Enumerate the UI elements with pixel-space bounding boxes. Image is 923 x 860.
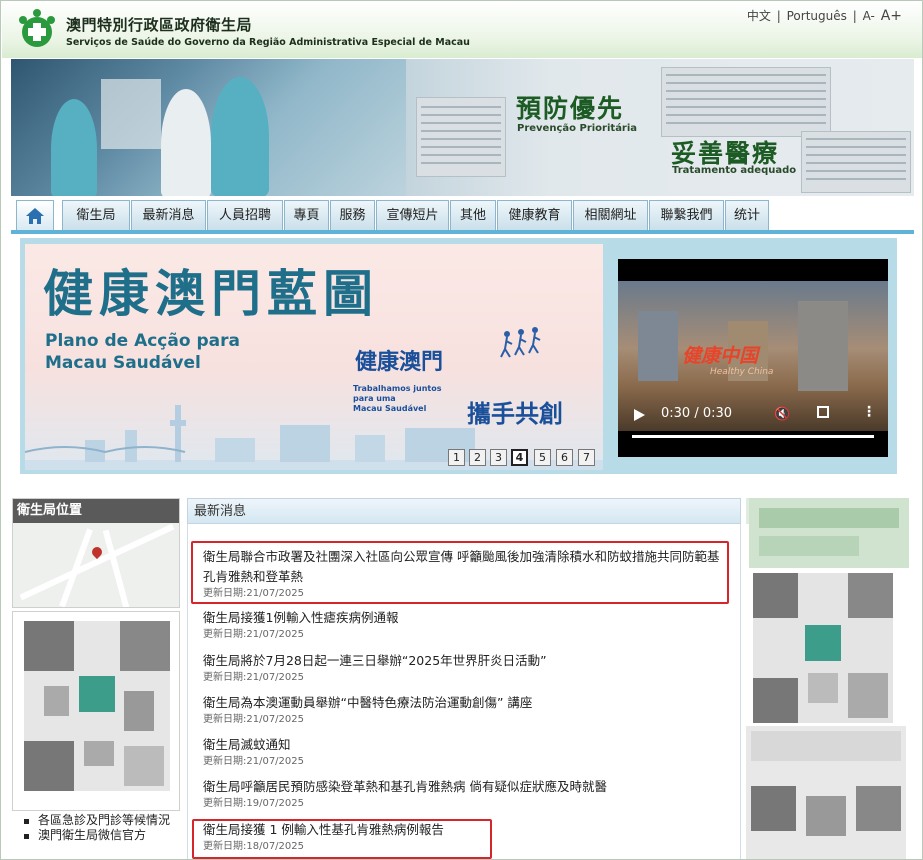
lang-portuguese-link[interactable]: Português [787,9,847,23]
tab-health-bureau[interactable]: 衛生局 [62,200,130,231]
home-icon [26,208,44,224]
news-item-title[interactable]: 衛生局聯合市政署及社團深入社區向公眾宣傳 呼籲颱風後加強清除積水和防蚊措施共同防… [203,547,728,587]
map-title: 衛生局位置 [13,499,179,523]
tab-recruitment[interactable]: 人員招聘 [207,200,283,231]
slide-subtitle-line: Macau Saudável [45,353,201,373]
mute-icon[interactable]: 🔇 [774,407,790,422]
more-vert-icon[interactable]: ⋮ [862,404,876,420]
video-overlay-subtext: Healthy China [710,367,774,377]
tab-statistics[interactable]: 统计 [725,200,769,231]
video-controls: 0:30 / 0:30 🔇 ⋮ [618,399,888,457]
video-player[interactable]: 健康中国 Healthy China 0:30 / 0:30 🔇 ⋮ [618,259,888,457]
font-decrease-button[interactable]: A- [863,9,875,23]
video-building [798,301,848,391]
slide-tag-small-line: Trabalhamos juntos [353,384,442,393]
news-item-date: 更新日期:19/07/2025 [203,798,305,809]
surgeon-figure [161,89,211,196]
map-road [19,523,175,601]
runners-icon [500,327,541,358]
quick-link-waiting-times[interactable]: 各區急診及門診等候情況 [12,813,180,828]
slideshow-banner[interactable]: 健康澳門藍圖 Plano de Acção para Macau Saudáve… [25,244,603,470]
video-time: 0:30 / 0:30 [661,406,733,421]
pager-button-3[interactable]: 3 [490,449,507,466]
site-title-pt: Serviços de Saúde do Governo da Região A… [66,37,470,48]
tab-latest-news[interactable]: 最新消息 [131,200,206,231]
slide-subtitle: Plano de Acção para Macau Saudável [45,330,240,374]
fullscreen-icon[interactable] [817,406,829,418]
right-qr-code-image[interactable] [753,573,893,723]
news-item-date: 更新日期:21/07/2025 [203,588,305,599]
lang-separator: | [776,9,781,23]
pager-button-5[interactable]: 5 [534,449,551,466]
tab-services[interactable]: 服務 [330,200,375,231]
tab-special-pages[interactable]: 專頁 [284,200,329,231]
video-overlay-logo: 健康中国 [682,345,759,367]
news-item-date: 更新日期:21/07/2025 [203,672,305,683]
video-building [638,311,678,381]
lang-chinese-link[interactable]: 中文 [747,9,771,23]
news-item[interactable]: 衛生局將於7月28日起一連三日舉辦“2025年世界肝炎日活動” 更新日期:21/… [203,651,728,684]
news-item[interactable]: 衛生局為本澳運動員舉辦“中醫特色療法防治運動創傷” 講座 更新日期:21/07/… [203,693,728,726]
news-item[interactable]: 衛生局聯合市政署及社團深入社區向公眾宣傳 呼籲颱風後加強清除積水和防蚊措施共同防… [203,547,728,600]
tab-others[interactable]: 其他 [450,200,496,231]
news-item-date: 更新日期:21/07/2025 [203,629,305,640]
nav-underline [11,230,914,234]
play-icon[interactable] [634,409,645,421]
tab-contact-us[interactable]: 聯繫我們 [649,200,724,231]
monitor-equipment [101,79,161,149]
tab-home[interactable] [16,200,54,231]
map-road [102,529,130,607]
banner-slogan-treatment-pt: Tratamento adequado [672,165,797,176]
news-item-date: 更新日期:21/07/2025 [203,756,305,767]
qr-code-image[interactable] [24,621,170,791]
font-increase-button[interactable]: A+ [881,8,902,24]
pager-button-2[interactable]: 2 [469,449,486,466]
slide-subtitle-line: Plano de Acção para [45,331,240,351]
tab-health-education[interactable]: 健康教育 [497,200,572,231]
news-item-title[interactable]: 衛生局滅蚊通知 [203,735,728,755]
surgeon-figure [51,99,97,196]
pager-button-1[interactable]: 1 [448,449,465,466]
banner-slogan-prevention: 預防優先 [516,94,625,123]
lang-separator: | [852,9,857,23]
news-item[interactable]: 衛生局接獲 1 例輸入性基孔肯雅熱病例報告 更新日期:18/07/2025 [203,820,728,853]
quick-links-list: 各區急診及門診等候情況 澳門衛生局微信官方 [12,813,180,843]
surgeon-figure [211,77,269,196]
pager-button-6[interactable]: 6 [556,449,573,466]
news-item[interactable]: 衛生局滅蚊通知 更新日期:21/07/2025 [203,735,728,768]
news-item[interactable]: 衛生局呼籲居民預防感染登革熱和基孔肯雅熱病 倘有疑似症狀應及時就醫 更新日期:1… [203,777,728,810]
site-header: 澳門特別行政區政府衛生局 Serviços de Saúde do Govern… [2,2,922,58]
page: 澳門特別行政區政府衛生局 Serviços de Saúde do Govern… [0,0,923,860]
banner-slogan-prevention-pt: Prevenção Prioritária [517,123,638,134]
tab-related-links[interactable]: 相關網址 [573,200,648,231]
building-graphic [801,131,911,193]
news-item-title[interactable]: 衛生局接獲 1 例輸入性基孔肯雅熱病例報告 [203,820,728,840]
news-item-date: 更新日期:21/07/2025 [203,714,305,725]
header-banner: 預防優先 Prevenção Prioritária 妥善醫療 Tratamen… [11,59,914,196]
right-qr-code-image[interactable] [746,726,906,860]
building-graphic [661,67,831,137]
right-banner-image[interactable] [749,498,909,568]
tab-promo-videos[interactable]: 宣傳短片 [376,200,449,231]
pager-button-4-active[interactable]: 4 [511,449,528,466]
news-section-heading: 最新消息 [187,498,741,524]
quick-link-wechat[interactable]: 澳門衛生局微信官方 [12,828,180,843]
site-title-zh: 澳門特別行政區政府衛生局 [66,16,253,34]
news-item-title[interactable]: 衛生局將於7月28日起一連三日舉辦“2025年世界肝炎日活動” [203,651,728,671]
slide-tag-healthy-macau: 健康澳門 [355,350,444,375]
main-navigation: 衛生局 最新消息 人員招聘 專頁 服務 宣傳短片 其他 健康教育 相關網址 聯繫… [11,197,914,231]
news-item-title[interactable]: 衛生局呼籲居民預防感染登革熱和基孔肯雅熱病 倘有疑似症狀應及時就醫 [203,777,728,797]
language-bar: 中文 | Português | A- A+ [746,7,903,24]
video-progress-bar[interactable] [632,435,874,438]
slide-title: 健康澳門藍圖 [43,265,379,323]
news-item-title[interactable]: 衛生局接獲1例輸入性瘧疾病例通報 [203,608,728,628]
news-item[interactable]: 衛生局接獲1例輸入性瘧疾病例通報 更新日期:21/07/2025 [203,608,728,641]
banner-surgeons-image [11,59,406,196]
news-item-title[interactable]: 衛生局為本澳運動員舉辦“中醫特色療法防治運動創傷” 講座 [203,693,728,713]
pager-button-7[interactable]: 7 [578,449,595,466]
health-bureau-logo-icon[interactable] [15,8,59,52]
news-item-date: 更新日期:18/07/2025 [203,841,305,852]
building-graphic [416,97,506,177]
